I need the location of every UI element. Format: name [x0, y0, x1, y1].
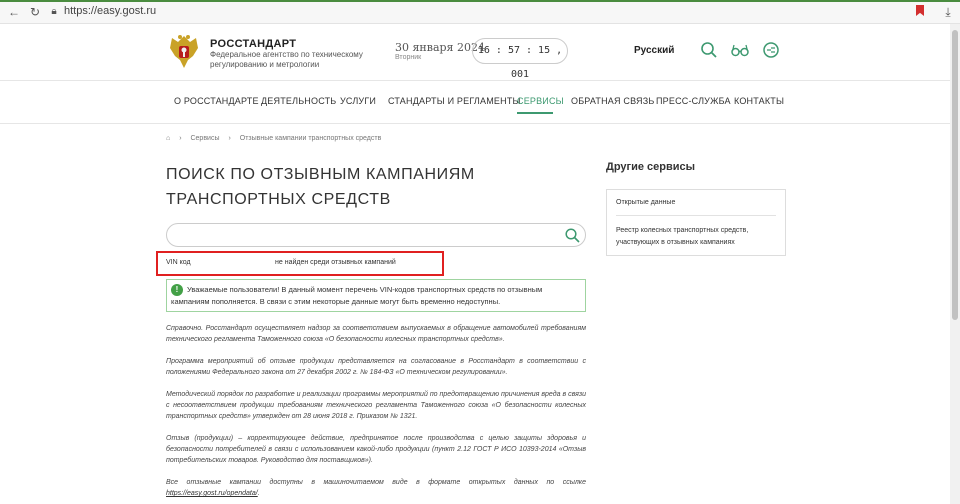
sidebar-title: Другие сервисы: [606, 161, 696, 173]
search-submit-icon[interactable]: [565, 228, 580, 243]
nav-item-services[interactable]: СЕРВИСЫ: [517, 96, 564, 106]
info-paragraph: Отзыв (продукции) – корректирующее дейст…: [166, 435, 586, 464]
tab-accent-line: [0, 0, 960, 2]
breadcrumb-separator: ›: [179, 135, 182, 142]
opendata-paragraph: Все отзывные кампании доступны в машиноч…: [166, 477, 586, 499]
nav-top-border: [0, 80, 960, 81]
nav-item-press[interactable]: ПРЕСС-СЛУЖБА: [656, 96, 731, 106]
breadcrumb-separator: ›: [228, 135, 231, 142]
home-icon[interactable]: ⌂: [166, 135, 170, 142]
opendata-link[interactable]: https://easy.gost.ru/opendata/: [166, 490, 258, 497]
exclamation-icon: !: [171, 284, 183, 296]
clock: 16 : 57 : 15 , 001: [472, 38, 568, 80]
page-title: ПОИСК ПО ОТЗЫВНЫМ КАМПАНИЯМ ТРАНСПОРТНЫХ…: [166, 166, 475, 208]
result-message: не найден среди отзывных кампаний: [275, 259, 396, 266]
org-name[interactable]: РОССТАНДАРТ: [210, 38, 296, 50]
org-subtitle: Федеральное агентство по техническому ре…: [210, 50, 363, 69]
sidebar-divider: [616, 215, 776, 216]
back-icon[interactable]: ←: [6, 4, 22, 20]
nav-item-contacts[interactable]: КОНТАКТЫ: [734, 96, 784, 106]
vin-search-input[interactable]: [177, 228, 557, 244]
breadcrumb-services[interactable]: Сервисы: [190, 135, 219, 142]
opendata-text: Все отзывные кампании доступны в машиноч…: [166, 479, 586, 486]
current-weekday: Вторник: [395, 54, 422, 61]
nav-item-standards[interactable]: СТАНДАРТЫ И РЕГЛАМЕНТЫ: [388, 96, 521, 106]
sidebar-link-vehicle-registry[interactable]: Реестр колесных транспортных средств, уч…: [616, 225, 776, 249]
info-paragraph: Методический порядок по разработке и реа…: [166, 391, 586, 420]
breadcrumb: ⌂ › Сервисы › Отзывные кампании транспор…: [166, 135, 388, 142]
browser-toolbar: ← ↻ 🔒︎ https://easy.gost.ru ⤓: [0, 0, 960, 24]
info-paragraph: Программа мероприятий об отзыве продукци…: [166, 358, 586, 376]
language-selector[interactable]: Русский: [634, 45, 674, 56]
russian-emblem-logo[interactable]: [166, 32, 202, 72]
sidebar-link-opendata[interactable]: Открытые данные: [616, 197, 776, 209]
info-paragraph: Справочно. Росстандарт осуществляет надз…: [166, 325, 586, 343]
breadcrumb-current: Отзывные кампании транспортных средств: [239, 135, 382, 142]
download-icon[interactable]: ⤓: [940, 4, 956, 20]
result-vin-label: VIN код: [166, 259, 191, 266]
bookmark-icon[interactable]: [916, 5, 924, 16]
nav-item-feedback[interactable]: ОБРАТНАЯ СВЯЗЬ: [571, 96, 654, 106]
lock-icon[interactable]: 🔒︎: [46, 4, 62, 20]
sign-language-icon[interactable]: [762, 41, 780, 59]
nav-bottom-border: [0, 123, 960, 124]
nav-item-services-public[interactable]: УСЛУГИ: [340, 96, 376, 106]
nav-item-about[interactable]: О РОССТАНДАРТЕ: [174, 96, 259, 106]
scrollbar-thumb[interactable]: [952, 30, 958, 320]
opendata-end: .: [257, 490, 260, 497]
glasses-icon[interactable]: [731, 41, 749, 59]
reload-icon[interactable]: ↻: [27, 4, 43, 20]
search-icon[interactable]: [700, 41, 718, 59]
active-nav-underline: [517, 112, 553, 114]
main-nav: О РОССТАНДАРТЕ ДЕЯТЕЛЬНОСТЬ УСЛУГИ СТАНД…: [0, 96, 960, 110]
address-bar[interactable]: https://easy.gost.ru: [64, 5, 156, 17]
notice-text: Уважаемые пользователи! В данный момент …: [171, 285, 543, 306]
vin-search-box[interactable]: [166, 223, 586, 247]
nav-item-activity[interactable]: ДЕЯТЕЛЬНОСТЬ: [261, 96, 336, 106]
